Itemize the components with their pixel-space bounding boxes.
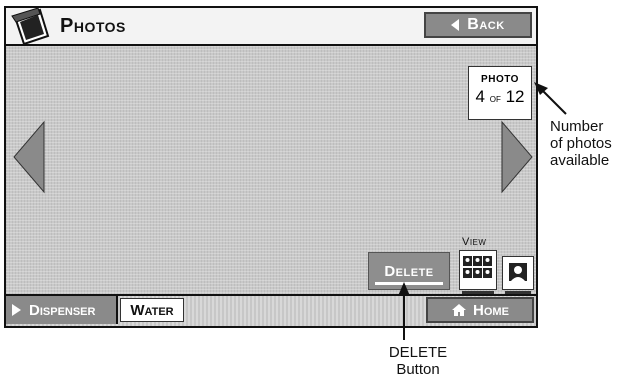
dispenser-label: Dispenser xyxy=(29,301,96,319)
grid-view-button[interactable] xyxy=(459,250,497,294)
photo-counter-label: PHOTO xyxy=(481,74,519,85)
total-photo-count: 12 xyxy=(505,87,525,106)
photos-icon xyxy=(11,7,50,46)
count-callout-arrow xyxy=(534,82,567,115)
water-button[interactable]: Water xyxy=(120,298,184,322)
back-label: Back xyxy=(467,16,505,33)
left-arrow-icon[interactable] xyxy=(12,120,46,194)
house-icon xyxy=(452,304,467,316)
back-button[interactable]: Back xyxy=(424,12,532,38)
callout-text: available xyxy=(550,152,610,169)
left-triangle-icon xyxy=(451,19,460,31)
current-photo-number: 4 xyxy=(475,87,485,106)
page-title: Photos xyxy=(60,15,126,37)
bottom-bar: Dispenser Water Home xyxy=(6,294,536,326)
home-label: Home xyxy=(473,301,509,319)
grid-view-icon xyxy=(463,256,492,278)
water-label: Water xyxy=(130,301,174,319)
right-triangle-icon xyxy=(12,304,21,316)
delete-callout: DELETE Button xyxy=(378,344,458,378)
view-label: View xyxy=(462,236,487,248)
photos-screen: Photos Back PHOTO 4 of 12 Delete View Di… xyxy=(4,6,538,328)
home-button[interactable]: Home xyxy=(426,297,534,323)
callout-text: DELETE xyxy=(388,344,448,361)
dispenser-button[interactable]: Dispenser xyxy=(6,296,118,324)
single-view-icon xyxy=(509,263,527,281)
delete-button[interactable]: Delete xyxy=(368,252,450,290)
photo-counter: PHOTO 4 of 12 xyxy=(468,66,532,120)
of-text: of xyxy=(489,93,501,105)
callout-text: of photos xyxy=(550,135,612,152)
delete-label: Delete xyxy=(384,262,434,280)
single-view-button[interactable] xyxy=(502,256,534,294)
photo-count-callout: Number of photos available xyxy=(550,118,618,169)
right-arrow-icon[interactable] xyxy=(500,120,534,194)
title-bar: Photos Back xyxy=(6,7,536,46)
photo-counter-value: 4 of 12 xyxy=(469,87,531,107)
callout-text: Button xyxy=(396,361,440,378)
callout-text: Number xyxy=(550,118,604,135)
